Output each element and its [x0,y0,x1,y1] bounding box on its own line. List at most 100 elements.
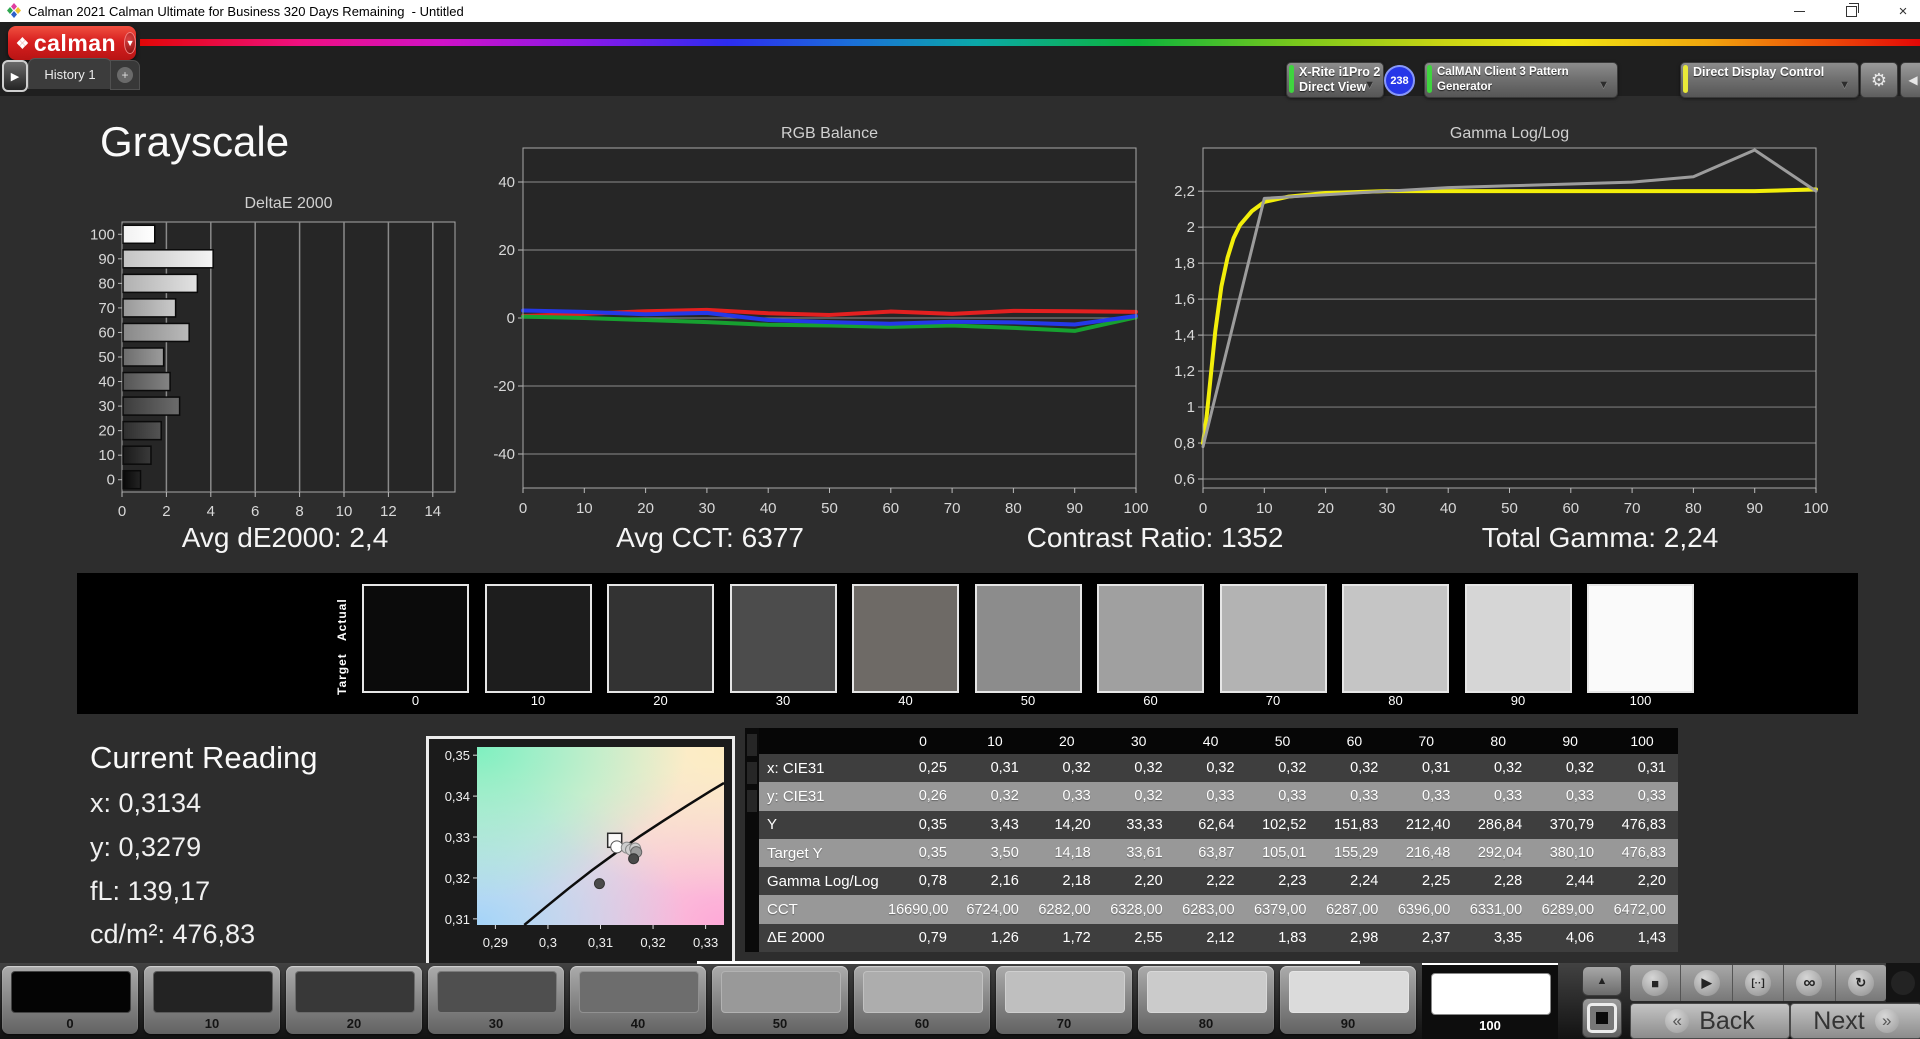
pattern-level-button-100[interactable]: 100 [1422,963,1558,1039]
svg-text:0,33: 0,33 [693,935,718,950]
pattern-level-button-20[interactable]: 20 [286,966,422,1034]
pattern-label: 10 [204,1016,220,1031]
meter-dropdown[interactable]: X-Rite i1Pro 2 Direct View ▼ [1286,62,1384,98]
table-cell: 0,26 [918,788,947,805]
close-button[interactable]: × [1892,2,1914,20]
pattern-level-button-50[interactable]: 50 [712,966,848,1034]
svg-text:100: 100 [90,226,115,243]
reading-fl: fL: 139,17 [90,876,211,906]
pattern-bar-expand-button[interactable]: ▲ [1582,966,1622,996]
avg-cct-label: Avg CCT: 6377 [616,522,804,553]
swatch-label: 30 [775,693,791,708]
collapse-panel-button[interactable]: ◀ [1900,62,1920,98]
svg-text:50: 50 [821,500,838,517]
app-icon [7,3,21,18]
table-row: ΔE 2000 0,79 1,26 1,72 2,55 2,12 1,83 2,98 2,37 3… [759,923,1678,953]
pattern-source-dropdown[interactable]: CalMAN Client 3 Pattern Generator ▼ [1424,62,1618,98]
pattern-level-button-90[interactable]: 90 [1280,966,1416,1034]
svg-text:0,3: 0,3 [539,935,557,950]
pattern-window-toggle-button[interactable] [1582,998,1622,1038]
table-cell: 2,24 [1350,873,1379,890]
restore-button[interactable] [1840,2,1862,20]
svg-text:Gamma Log/Log: Gamma Log/Log [1450,125,1569,142]
pattern-level-button-10[interactable]: 10 [144,966,280,1034]
table-cell: 3,35 [1493,929,1523,946]
minimize-button[interactable] [1788,2,1810,20]
restore-icon [1845,2,1859,17]
pattern-window-indicator [697,961,1360,964]
calman-window: Calman 2021 Calman Ultimate for Business… [0,0,1920,1039]
calman-menu-button[interactable]: calman ▼ [8,26,136,60]
pattern-window-button[interactable]: [··] [1733,965,1785,1001]
table-row: CCT 16690,00 6724,00 6282,00 6328,00 6283,00 6… [759,895,1678,924]
pattern-level-button-40[interactable]: 40 [570,966,706,1034]
svg-text:-20: -20 [493,378,515,395]
svg-text:60: 60 [882,500,899,517]
row-label: x: CIE31 [767,759,825,777]
swatch-label: 90 [1510,693,1526,708]
table-cell: 2,44 [1565,873,1595,890]
display-control-dropdown[interactable]: Direct Display Control ▼ [1680,62,1859,98]
pattern-level-button-30[interactable]: 30 [428,966,564,1034]
pattern-level-button-0[interactable]: 0 [2,966,138,1034]
svg-text:8: 8 [295,503,303,520]
svg-text:40: 40 [1440,500,1457,517]
table-cell: 476,83 [1621,816,1666,833]
swatch-label: 80 [1388,693,1403,708]
continuous-button[interactable]: ∞ [1784,965,1836,1001]
table-cell: 102,52 [1262,816,1307,833]
svg-text:12: 12 [380,503,397,520]
swatch-level-40 [852,584,959,693]
refresh-button[interactable]: ↻ [1836,965,1886,1001]
pattern-level-button-80[interactable]: 80 [1138,966,1274,1034]
table-cell: 62,64 [1198,816,1235,833]
svg-text:90: 90 [1066,500,1083,517]
history-nav-button[interactable]: ▶ [2,60,28,92]
svg-text:20: 20 [1317,500,1334,517]
svg-text:10: 10 [1256,500,1273,517]
svg-text:0,6: 0,6 [1174,471,1195,488]
row-label: Y [767,816,778,834]
table-cell: 151,83 [1334,816,1379,833]
table-cell: 0,33 [1422,788,1451,805]
table-cell: 212,40 [1405,816,1451,833]
next-button[interactable]: Next » [1790,1003,1920,1039]
rgb-balance-chart: 40 20 0 -20 -40 0 10 20 30 40 50 60 70 80 90 100 RGB Bal… [493,125,1148,517]
table-cell: 1,43 [1637,929,1666,946]
chevron-down-icon: ▼ [1364,79,1375,91]
reading-y: y: 0,3279 [90,832,202,862]
swatch-level-20 [607,584,714,693]
play-button[interactable]: ▶ [1681,965,1733,1001]
svg-text:DeltaE 2000: DeltaE 2000 [244,195,332,212]
back-button[interactable]: « Back [1630,1003,1790,1039]
table-cell: 6396,00 [1397,901,1451,918]
refresh-icon: ↻ [1847,970,1874,996]
pattern-label: 100 [1479,1018,1501,1033]
close-icon: × [1898,2,1908,20]
pattern-level-button-60[interactable]: 60 [854,966,990,1034]
table-cell: 6379,00 [1254,901,1307,918]
back-label: Back [1699,1006,1755,1035]
svg-text:0,35: 0,35 [445,748,470,763]
table-cell: 216,48 [1405,845,1451,862]
pattern-level-button-70[interactable]: 70 [996,966,1132,1034]
settings-button[interactable]: ⚙ [1860,62,1898,98]
total-gamma-label: Total Gamma: 2,24 [1481,522,1719,553]
stop-button[interactable]: ■ [1630,965,1682,1001]
svg-text:80: 80 [98,275,115,292]
svg-text:90: 90 [98,251,115,268]
cie-overlay: 0,35 0,34 0,33 0,32 0,31 0,29 0,3 0,31 0,32 0,33 [445,748,725,950]
svg-text:0,32: 0,32 [640,935,665,950]
table-cell: 3,50 [990,845,1019,862]
pattern-label: 80 [1198,1016,1214,1031]
stop-icon: ■ [1642,970,1669,996]
column-header: 0 [919,733,927,749]
add-tab-button[interactable]: + [110,60,140,90]
tab-history-1[interactable]: History 1 [28,58,112,89]
minimize-icon [1793,10,1805,12]
pattern-label: 70 [1056,1016,1072,1031]
pattern-label: 0 [66,1016,74,1031]
column-header: 90 [1562,733,1578,749]
chevron-down-icon: ▼ [1839,79,1850,91]
header-band [0,22,1920,96]
